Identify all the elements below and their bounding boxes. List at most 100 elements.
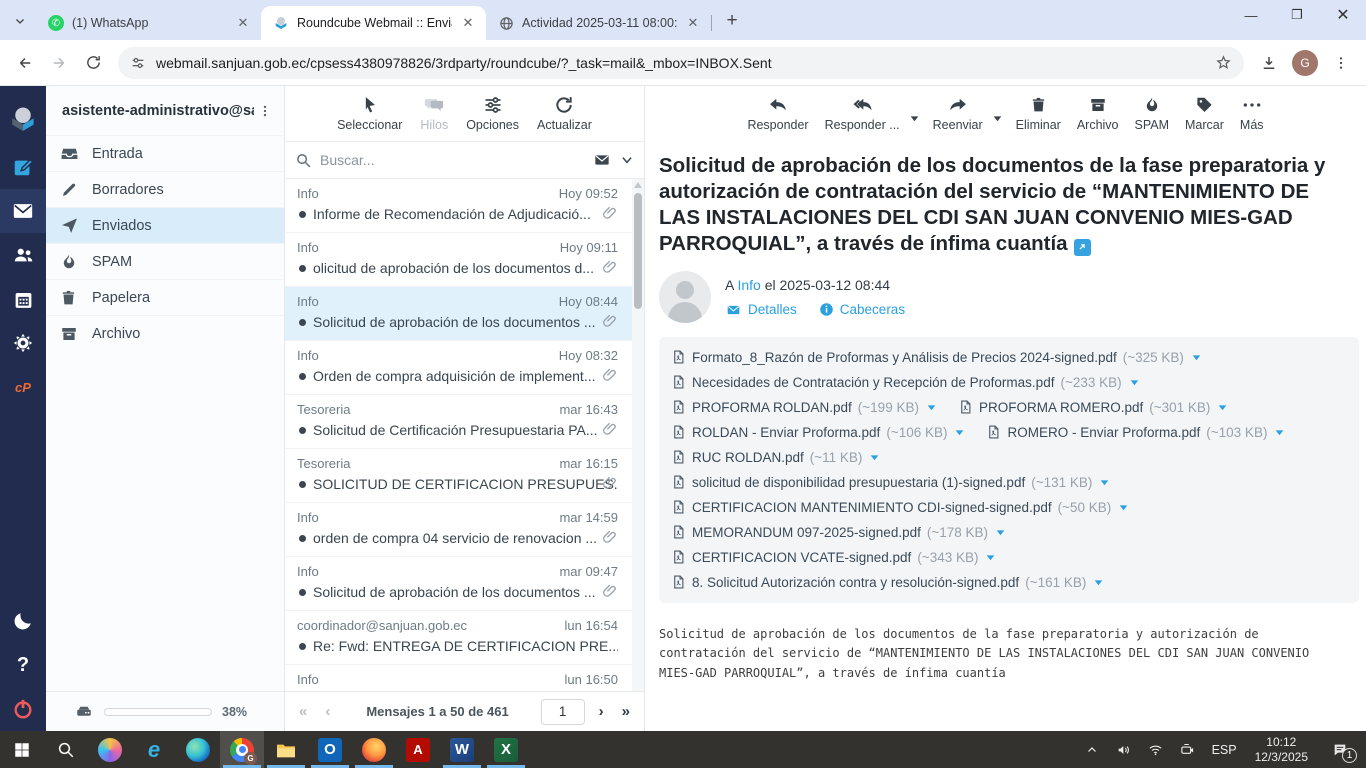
rail-compose-button[interactable]: [0, 145, 46, 189]
prev-page-button[interactable]: ‹: [321, 703, 334, 720]
attachment-menu-icon[interactable]: [1098, 476, 1111, 489]
downloads-button[interactable]: [1254, 48, 1284, 78]
back-button[interactable]: [10, 48, 40, 78]
message-row[interactable]: Tesoreria mar 16:43 Solicitud de Certific…: [285, 395, 644, 449]
toolbar-refresh-button[interactable]: Actualizar: [531, 91, 598, 136]
attachment-menu-icon[interactable]: [1117, 501, 1130, 514]
last-page-button[interactable]: »: [618, 703, 634, 720]
attachment-menu-icon[interactable]: [1092, 576, 1105, 589]
rail-dark-mode-button[interactable]: [0, 599, 46, 643]
attachment-item[interactable]: solicitud de disponibilidad presupuestar…: [671, 474, 1111, 490]
account-menu-button[interactable]: [254, 103, 276, 119]
scrollbar-thumb[interactable]: [634, 193, 642, 309]
message-row[interactable]: Info Hoy 08:32 Orden de compra adquisició…: [285, 341, 644, 395]
toolbar-cursor-button[interactable]: Seleccionar: [331, 91, 408, 136]
message-row[interactable]: Info mar 09:47 Solicitud de aprobación de…: [285, 557, 644, 611]
profile-avatar[interactable]: G: [1292, 49, 1318, 76]
wifi-button[interactable]: [1142, 731, 1170, 768]
folder-item-borradores[interactable]: Borradores: [46, 171, 284, 207]
attachment-item[interactable]: CERTIFICACION VCATE-signed.pdf (~343 KB): [671, 549, 997, 565]
taskbar-edge-button[interactable]: [176, 731, 220, 768]
tab-close-icon[interactable]: ✕: [685, 15, 701, 31]
taskbar-clock[interactable]: 10:12 12/3/2025: [1247, 735, 1316, 765]
details-link[interactable]: Detalles: [725, 302, 797, 317]
attachment-item[interactable]: ROLDAN - Enviar Proforma.pdf (~106 KB): [671, 424, 966, 440]
attachment-item[interactable]: PROFORMA ROMERO.pdf (~301 KB): [958, 399, 1229, 415]
attachment-menu-icon[interactable]: [953, 426, 966, 439]
rail-calendar-button[interactable]: [0, 277, 46, 321]
toolbar-trash-button[interactable]: Eliminar: [1010, 91, 1067, 136]
folder-item-entrada[interactable]: Entrada: [46, 135, 284, 171]
volume-button[interactable]: [1110, 731, 1138, 768]
attachment-menu-icon[interactable]: [984, 551, 997, 564]
rail-cpanel-button[interactable]: cP: [0, 365, 46, 409]
toolbar-archive-button[interactable]: Archivo: [1071, 91, 1125, 136]
attachment-menu-icon[interactable]: [994, 526, 1007, 539]
attachment-menu-icon[interactable]: [1190, 351, 1203, 364]
tab-close-icon[interactable]: ✕: [460, 15, 476, 31]
toolbar-ellipsis-button[interactable]: Más: [1234, 91, 1270, 136]
headers-link[interactable]: Cabeceras: [819, 302, 905, 317]
attachment-item[interactable]: 8. Solicitud Autorización contra y resol…: [671, 574, 1105, 590]
taskbar-acrobat-button[interactable]: A: [396, 731, 440, 768]
minimize-button[interactable]: —: [1228, 0, 1274, 30]
taskbar-copilot-button[interactable]: [88, 731, 132, 768]
tray-expand-button[interactable]: [1078, 731, 1106, 768]
recipient-link[interactable]: Info: [737, 277, 760, 293]
caret-down-icon[interactable]: [991, 112, 1004, 125]
bookmark-star-icon[interactable]: [1215, 54, 1232, 71]
omnibox[interactable]: webmail.sanjuan.gob.ec/cpsess4380978826/…: [118, 46, 1244, 79]
rail-help-button[interactable]: ?: [0, 643, 46, 687]
browser-tab[interactable]: Actividad 2025-03-11 08:00:00 ✕: [486, 6, 712, 40]
rail-settings-button[interactable]: [0, 321, 46, 365]
restore-button[interactable]: ❐: [1274, 0, 1320, 30]
taskbar-excel-button[interactable]: X: [484, 731, 528, 768]
next-page-button[interactable]: ›: [595, 703, 608, 720]
search-scope-icon[interactable]: [592, 152, 612, 168]
taskbar-ie-button[interactable]: e: [132, 731, 176, 768]
browser-menu-button[interactable]: [1326, 48, 1356, 78]
rail-logout-button[interactable]: [0, 687, 46, 731]
forward-button[interactable]: [44, 48, 74, 78]
taskbar-chrome-button[interactable]: G: [220, 731, 264, 768]
folder-item-enviados[interactable]: Enviados: [46, 207, 284, 243]
language-indicator[interactable]: ESP: [1206, 743, 1243, 757]
attachment-menu-icon[interactable]: [1128, 376, 1141, 389]
list-scrollbar[interactable]: [632, 179, 644, 691]
attachment-item[interactable]: CERTIFICACION MANTENIMIENTO CDI-signed-s…: [671, 499, 1130, 515]
open-in-new-window-icon[interactable]: [1073, 238, 1091, 256]
attachment-menu-icon[interactable]: [1273, 426, 1286, 439]
taskbar-word-button[interactable]: W: [440, 731, 484, 768]
caret-down-icon[interactable]: [908, 112, 921, 125]
message-row[interactable]: coordinador@sanjuan.gob.ec lun 16:54 Re: …: [285, 611, 644, 665]
folder-item-archivo[interactable]: Archivo: [46, 315, 284, 351]
toolbar-flame-button[interactable]: SPAM: [1129, 91, 1176, 136]
toolbar-reply-all-button[interactable]: Responder ...: [819, 91, 906, 136]
attachment-menu-icon[interactable]: [1216, 401, 1229, 414]
attachment-item[interactable]: Necesidades de Contratación y Recepción …: [671, 374, 1141, 390]
attachment-item[interactable]: MEMORANDUM 097-2025-signed.pdf (~178 KB): [671, 524, 1007, 540]
close-button[interactable]: ✕: [1320, 0, 1366, 30]
toolbar-reply-button[interactable]: Responder: [741, 91, 814, 136]
message-row[interactable]: Info lun 16:50: [285, 665, 644, 691]
rail-contacts-button[interactable]: [0, 233, 46, 277]
taskbar-firefox-button[interactable]: [352, 731, 396, 768]
toolbar-options-button[interactable]: Opciones: [460, 91, 525, 136]
notification-center-button[interactable]: 1: [1320, 731, 1360, 768]
message-row[interactable]: Tesoreria mar 16:15 SOLICITUD DE CERTIFIC…: [285, 449, 644, 503]
page-input[interactable]: [540, 698, 585, 725]
folder-item-papelera[interactable]: Papelera: [46, 279, 284, 315]
search-input[interactable]: [320, 152, 584, 168]
taskbar-start-button[interactable]: [0, 731, 44, 768]
rail-roundcube-logo-button[interactable]: [0, 93, 46, 145]
browser-tab[interactable]: Roundcube Webmail :: Enviados ✕: [261, 6, 486, 40]
chevron-down-icon[interactable]: [620, 153, 634, 167]
attachment-menu-icon[interactable]: [925, 401, 938, 414]
folder-item-spam[interactable]: SPAM: [46, 243, 284, 279]
taskbar-explorer-button[interactable]: [264, 731, 308, 768]
attachment-menu-icon[interactable]: [868, 451, 881, 464]
browser-tab[interactable]: ✆ (1) WhatsApp ✕: [36, 6, 262, 40]
toolbar-tag-button[interactable]: Marcar: [1179, 91, 1230, 136]
message-row[interactable]: Info Hoy 08:44 Solicitud de aprobación de…: [285, 287, 644, 341]
attachment-item[interactable]: RUC ROLDAN.pdf (~11 KB): [671, 449, 881, 465]
